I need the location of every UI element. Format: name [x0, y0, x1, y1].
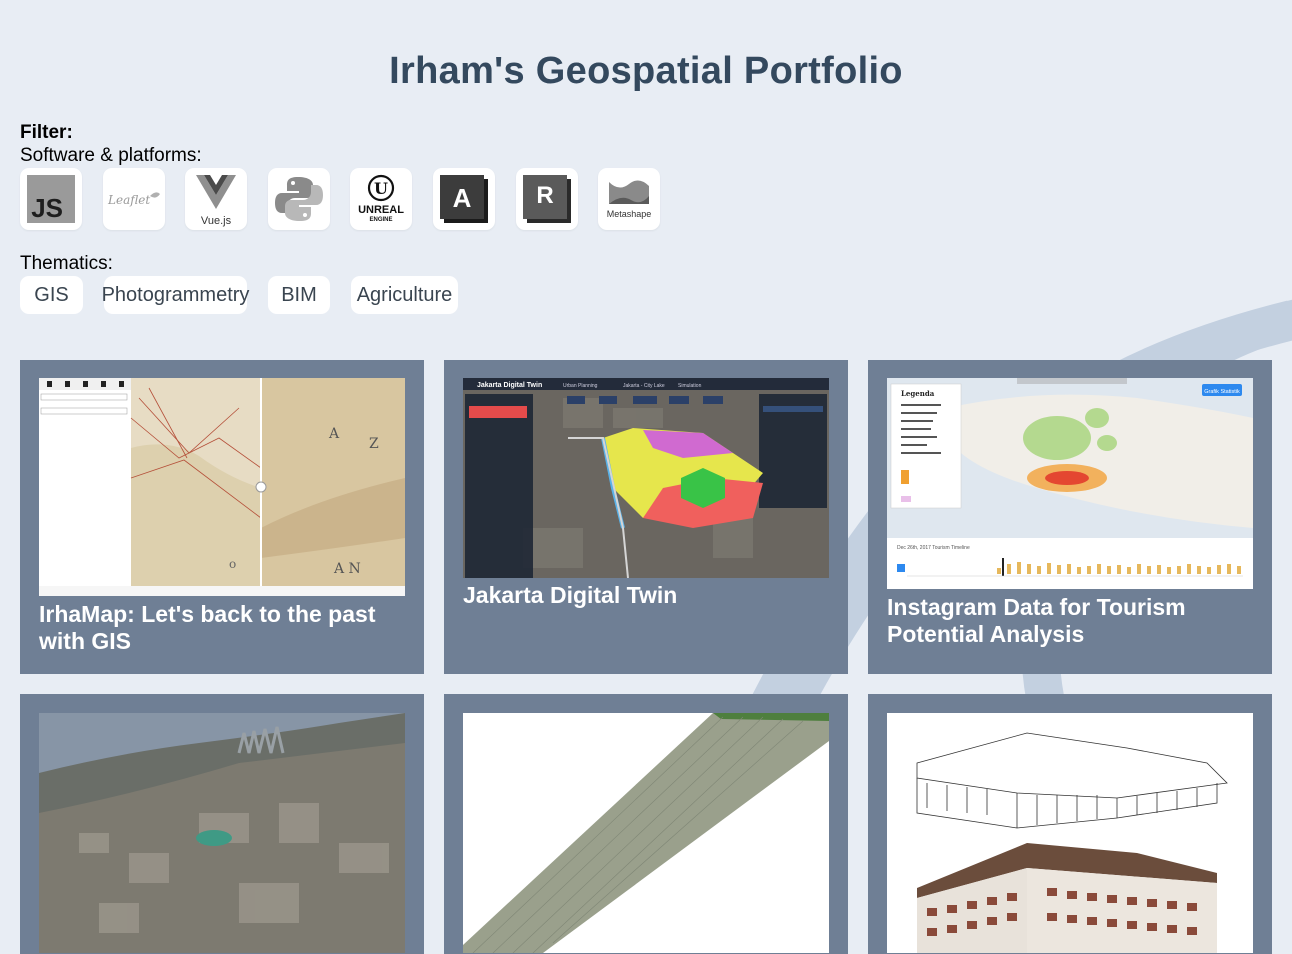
svg-text:Urban Planning: Urban Planning — [563, 383, 598, 389]
vuejs-icon: Vue.js — [196, 175, 237, 227]
svg-text:Leaflet: Leaflet — [107, 193, 150, 207]
project-card-jakarta-digital-twin[interactable]: Jakarta Digital Twin Urban Planning Jaka… — [444, 360, 848, 674]
coastal-city-orthophoto-thumbnail — [39, 713, 405, 953]
leaflet-icon: Leaflet — [107, 192, 160, 207]
a-logo-icon: A — [439, 175, 488, 223]
svg-text:R: R — [536, 182, 553, 209]
svg-text:UNREAL: UNREAL — [358, 204, 404, 216]
svg-text:JS: JS — [31, 193, 63, 223]
svg-text:U: U — [374, 179, 388, 198]
digital-twin-thumbnail: Jakarta Digital Twin Urban Planning Jaka… — [463, 378, 829, 578]
filter-gis-button[interactable]: GIS — [20, 276, 83, 314]
software-label: Software & platforms: — [20, 145, 202, 166]
filter-vuejs-button[interactable]: Vue.js — [185, 168, 248, 230]
project-title: Instagram Data for Tourism Potential Ana… — [887, 594, 1186, 647]
filter-metashape-button[interactable]: Metashape — [598, 168, 661, 230]
filter-leaflet-button[interactable]: Leaflet — [102, 168, 165, 230]
filter-heading: Filter: — [20, 122, 73, 143]
project-card-irhamap[interactable]: A Z A N o IrhaMap: Let's back to the pas… — [20, 360, 424, 674]
project-card-agricultural-field[interactable] — [444, 694, 848, 954]
filter-unreal-engine-button[interactable]: U UNREAL ENGINE — [350, 168, 413, 230]
filter-bim-button[interactable]: BIM — [268, 276, 330, 314]
svg-text:A: A — [453, 183, 472, 213]
bim-building-model-thumbnail — [887, 713, 1253, 953]
metashape-icon: Metashape — [607, 180, 652, 219]
svg-text:Jakarta Digital Twin: Jakarta Digital Twin — [477, 382, 542, 389]
project-card-bim-building[interactable] — [868, 694, 1272, 954]
project-title: IrhaMap: Let's back to the past with GIS — [39, 601, 376, 654]
python-icon — [274, 177, 323, 221]
svg-text:o: o — [229, 557, 236, 571]
project-card-instagram-tourism[interactable]: Legenda Grafik Statistik Dec 26th, 2017 … — [868, 360, 1272, 674]
svg-text:A N: A N — [333, 561, 361, 577]
project-title: Jakarta Digital Twin — [463, 582, 678, 608]
thematics-filter-row: GIS Photogrammetry BIM Agriculture — [20, 276, 479, 314]
project-card-coastal-city[interactable] — [20, 694, 424, 954]
svg-text:Z: Z — [369, 436, 379, 452]
svg-text:ENGINE: ENGINE — [370, 217, 393, 223]
revit-icon: R — [522, 175, 571, 223]
filter-agriculture-button[interactable]: Agriculture — [351, 276, 458, 314]
historic-map-thumbnail: A Z A N o — [39, 378, 405, 596]
svg-text:Simulation: Simulation — [678, 383, 702, 389]
svg-text:Metashape: Metashape — [607, 209, 652, 219]
filter-photogrammetry-button[interactable]: Photogrammetry — [102, 276, 249, 314]
page-title: Irham's Geospatial Portfolio — [389, 50, 903, 92]
unreal-engine-icon: U UNREAL ENGINE — [358, 174, 405, 223]
thematics-label: Thematics: — [20, 253, 113, 274]
svg-text:Vue.js: Vue.js — [201, 215, 232, 227]
filter-revit-button[interactable]: R — [515, 168, 578, 230]
filter-javascript-button[interactable]: JS — [20, 168, 82, 230]
agricultural-field-orthomosaic-thumbnail — [463, 713, 829, 953]
filter-python-button[interactable] — [267, 168, 330, 230]
svg-text:Jakarta - City Lake: Jakarta - City Lake — [623, 383, 665, 389]
svg-text:Dec 26th, 2017 Tourism Timeli: Dec 26th, 2017 Tourism Timeline — [897, 545, 970, 551]
svg-text:A: A — [328, 426, 340, 442]
svg-text:Legenda: Legenda — [901, 389, 935, 398]
svg-text:Grafik Statistik: Grafik Statistik — [1204, 389, 1240, 395]
software-filter-row: JS Leaflet Vue.js U UNREAL ENGINE A R Me… — [20, 168, 681, 230]
tourism-map-thumbnail: Legenda Grafik Statistik Dec 26th, 2017 … — [887, 378, 1253, 589]
filter-a-logo-button[interactable]: A — [432, 168, 495, 230]
js-icon: JS — [27, 175, 75, 223]
